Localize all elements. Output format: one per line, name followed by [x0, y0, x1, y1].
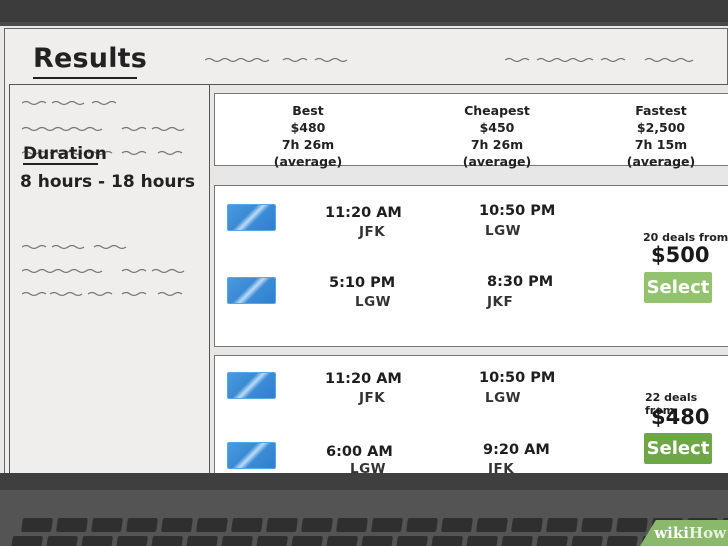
keyboard-key: [406, 518, 438, 532]
depart-time: 11:20 AM: [325, 371, 402, 387]
keyboard-key: [196, 518, 228, 532]
results-panel: Best $480 7h 26m (average) Cheapest $450…: [209, 84, 728, 473]
depart-time: 5:10 PM: [329, 275, 396, 291]
arrive-time: 9:20 AM: [483, 442, 550, 458]
depart-airport: JFK: [359, 224, 386, 240]
arrive-airport: LGW: [485, 390, 522, 406]
arrive-time: 10:50 PM: [479, 203, 556, 219]
keyboard-key: [336, 518, 368, 532]
results-page: Results Duration 8 hours - 18 hours Best…: [4, 28, 728, 473]
keyboard-key: [476, 518, 508, 532]
keyboard-key: [291, 536, 323, 546]
placeholder-text-scribble: [22, 125, 192, 132]
placeholder-text-scribble: [22, 290, 197, 297]
result-price: $500: [651, 243, 710, 267]
keyboard-key: [511, 518, 543, 532]
keyboard-key: [186, 536, 218, 546]
laptop-bezel: [0, 473, 728, 490]
sort-option-fastest[interactable]: Fastest $2,500 7h 15m (average): [605, 102, 717, 170]
keyboard-key: [81, 536, 113, 546]
depart-airport: JFK: [359, 390, 386, 406]
depart-airport: LGW: [355, 294, 392, 310]
laptop-screen: Results Duration 8 hours - 18 hours Best…: [0, 26, 728, 473]
keyboard-key: [536, 536, 568, 546]
keyboard-key: [266, 518, 298, 532]
flight-result-card: 11:20 AM JFK 10:50 PM LGW 5:10 PM LGW 8:…: [214, 185, 728, 347]
keyboard-key: [466, 536, 498, 546]
keyboard-key: [231, 518, 263, 532]
airline-logo-icon: [227, 372, 276, 399]
keyboard-key: [571, 536, 603, 546]
keyboard-key: [11, 536, 43, 546]
laptop-keyboard: [0, 490, 728, 546]
keyboard-key: [151, 536, 183, 546]
placeholder-text-scribble: [22, 243, 152, 250]
sort-option-cheapest[interactable]: Cheapest $450 7h 26m (average): [437, 102, 557, 170]
arrive-time: 10:50 PM: [479, 370, 556, 386]
keyboard-key: [301, 518, 333, 532]
duration-filter-value[interactable]: 8 hours - 18 hours: [20, 172, 195, 192]
arrive-airport: JFK: [488, 461, 515, 473]
depart-time: 6:00 AM: [326, 444, 393, 460]
select-button[interactable]: Select: [644, 433, 712, 464]
keyboard-key: [501, 536, 533, 546]
keyboard-key: [396, 536, 428, 546]
placeholder-text-scribble: [22, 267, 192, 274]
keyboard-key: [361, 536, 393, 546]
arrive-time: 8:30 PM: [487, 274, 554, 290]
depart-airport: LGW: [350, 461, 387, 473]
keyboard-key: [431, 536, 463, 546]
keyboard-key: [21, 518, 53, 532]
keyboard-key: [91, 518, 123, 532]
placeholder-text-scribble: [22, 99, 132, 106]
keyboard-key: [116, 536, 148, 546]
keyboard-key: [56, 518, 88, 532]
keyboard-key: [161, 518, 193, 532]
sort-option-best[interactable]: Best $480 7h 26m (average): [253, 102, 363, 170]
keyboard-key: [616, 518, 648, 532]
duration-filter-label: Duration: [23, 144, 107, 164]
keyboard-key: [546, 518, 578, 532]
arrive-airport: JKF: [487, 294, 514, 310]
keyboard-key: [326, 536, 358, 546]
keyboard-key: [221, 536, 253, 546]
keyboard-key: [581, 518, 613, 532]
keyboard-key: [126, 518, 158, 532]
airline-logo-icon: [227, 442, 276, 469]
result-price: $480: [651, 405, 710, 429]
flight-result-card: 11:20 AM JFK 10:50 PM LGW 6:00 AM LGW 9:…: [214, 355, 728, 473]
keyboard-key: [441, 518, 473, 532]
keyboard-key: [606, 536, 638, 546]
keyboard-key: [371, 518, 403, 532]
select-button[interactable]: Select: [644, 272, 712, 303]
depart-time: 11:20 AM: [325, 205, 402, 221]
laptop-lid: [0, 0, 728, 26]
sort-summary-bar: Best $480 7h 26m (average) Cheapest $450…: [214, 93, 728, 169]
placeholder-text-scribble: [205, 56, 355, 63]
airline-logo-icon: [227, 204, 276, 231]
placeholder-text-scribble: [505, 56, 705, 63]
filter-sidebar: [9, 84, 210, 473]
page-title: Results: [33, 43, 148, 74]
arrive-airport: LGW: [485, 223, 522, 239]
keyboard-key: [46, 536, 78, 546]
airline-logo-icon: [227, 277, 276, 304]
keyboard-key: [256, 536, 288, 546]
